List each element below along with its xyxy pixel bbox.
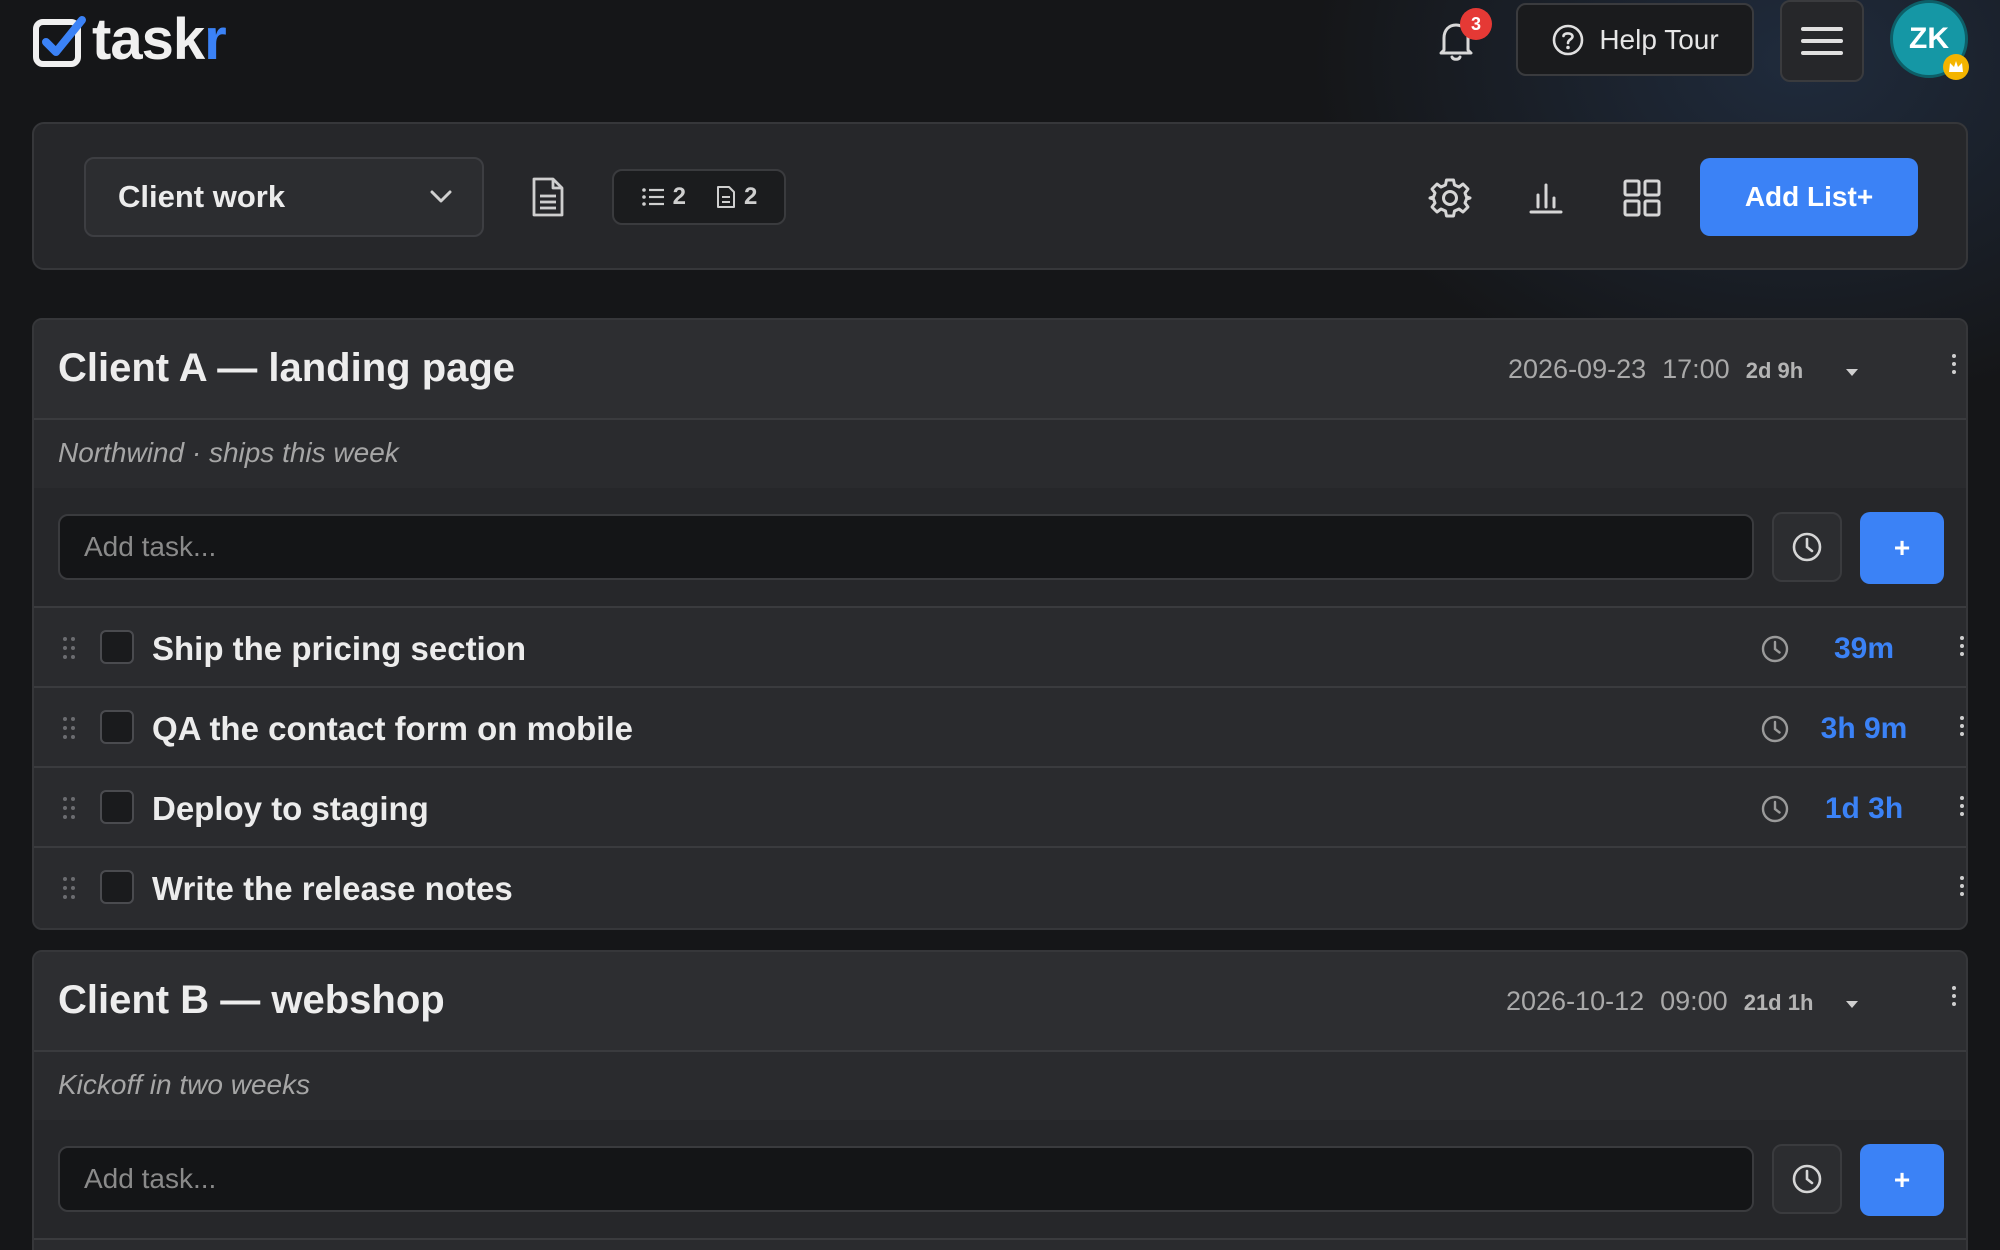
task-duration[interactable]: 39m	[1804, 632, 1924, 666]
logo-text: taskr	[92, 7, 227, 72]
due-dropdown-button[interactable]	[1842, 994, 1862, 1014]
kebab-icon	[1952, 986, 1956, 1006]
add-task-button[interactable]: +	[1860, 512, 1944, 584]
kebab-icon	[1960, 796, 1964, 816]
drag-handle-icon[interactable]	[62, 796, 76, 820]
list-description: Northwind · ships this week	[34, 420, 1966, 488]
note-icon	[717, 186, 735, 208]
stats-button[interactable]	[1522, 174, 1570, 222]
set-duration-button[interactable]	[1772, 512, 1842, 582]
due-time: 09:00	[1660, 986, 1728, 1016]
chevron-down-icon	[430, 190, 452, 203]
task-menu-button[interactable]	[1950, 868, 1966, 908]
list-header: Client A — landing page 2026-09-23 17:00…	[34, 320, 1966, 420]
task-menu-button[interactable]	[1950, 628, 1966, 668]
task-duration[interactable]: 3h 9m	[1804, 712, 1924, 746]
task-duration[interactable]: 1d 3h	[1804, 792, 1924, 826]
add-task-row: +	[34, 488, 1966, 608]
task-row: Ship the pricing section 39m	[34, 608, 1966, 688]
due-date: 2026-09-23	[1508, 354, 1647, 384]
task-row: QA the contact form on mobile 3h 9m	[34, 688, 1966, 768]
task-menu-button[interactable]	[1950, 708, 1966, 748]
list-card: Client B — webshop 2026-10-12 09:00 21d …	[32, 950, 1968, 1250]
list-description: Kickoff in two weeks	[34, 1052, 1966, 1120]
list-icon	[641, 188, 664, 206]
hamburger-icon	[1801, 27, 1843, 55]
crown-icon	[1943, 54, 1969, 80]
list-toolbar: Client work 2 2 Add List+	[32, 122, 1968, 270]
lists-count-value: 2	[672, 183, 686, 210]
notes-count-value: 2	[744, 183, 758, 210]
task-clock-icon[interactable]	[1760, 634, 1790, 664]
add-task-row: +	[34, 1120, 1966, 1240]
clock-icon	[1792, 1164, 1822, 1194]
list-note-counts[interactable]: 2 2	[612, 169, 786, 225]
add-task-button[interactable]: +	[1860, 1144, 1944, 1216]
task-row: Write the release notes	[34, 848, 1966, 928]
task-checkbox[interactable]	[100, 630, 134, 664]
gear-icon	[1428, 178, 1472, 218]
list-card: Client A — landing page 2026-09-23 17:00…	[32, 318, 1968, 930]
due-date: 2026-10-12	[1506, 986, 1645, 1016]
task-checkbox[interactable]	[100, 870, 134, 904]
task-clock-icon[interactable]	[1760, 794, 1790, 824]
list-title[interactable]: Client A — landing page	[58, 346, 515, 391]
app-logo[interactable]: taskr	[32, 7, 227, 72]
kebab-icon	[1960, 716, 1964, 736]
grid-icon	[1623, 179, 1661, 217]
set-duration-button[interactable]	[1772, 1144, 1842, 1214]
list-due-date[interactable]: 2026-10-12 09:00 21d 1h	[1506, 986, 1813, 1017]
main-menu-button[interactable]	[1780, 0, 1864, 82]
list-menu-button[interactable]	[1942, 978, 1966, 1018]
clock-icon	[1792, 532, 1822, 562]
checkbox-logo-icon	[32, 12, 88, 68]
task-checkbox[interactable]	[100, 710, 134, 744]
caret-down-icon	[1846, 369, 1858, 376]
bar-chart-icon	[1529, 183, 1563, 214]
help-tour-label: Help Tour	[1599, 23, 1719, 55]
help-tour-button[interactable]: Help Tour	[1516, 3, 1754, 76]
kebab-icon	[1952, 354, 1956, 374]
due-dropdown-button[interactable]	[1842, 362, 1862, 382]
list-header: Client B — webshop 2026-10-12 09:00 21d …	[34, 952, 1966, 1052]
settings-button[interactable]	[1426, 174, 1474, 222]
task-label[interactable]: QA the contact form on mobile	[152, 710, 633, 748]
question-circle-icon	[1553, 24, 1584, 55]
kebab-icon	[1960, 636, 1964, 656]
notification-count-badge: 3	[1460, 8, 1492, 40]
task-clock-icon[interactable]	[1760, 714, 1790, 744]
drag-handle-icon[interactable]	[62, 876, 76, 900]
add-task-input[interactable]	[58, 514, 1754, 580]
list-menu-button[interactable]	[1942, 346, 1966, 386]
notifications-button[interactable]: 3	[1432, 8, 1492, 64]
drag-handle-icon[interactable]	[62, 636, 76, 660]
drag-handle-icon[interactable]	[62, 716, 76, 740]
lists-count: 2	[641, 183, 686, 211]
list-selector-dropdown[interactable]: Client work	[84, 157, 484, 237]
task-checkbox[interactable]	[100, 790, 134, 824]
top-bar: taskr 3 Help Tour ZK	[0, 0, 2000, 90]
due-relative: 21d 1h	[1743, 990, 1814, 1015]
due-time: 17:00	[1662, 354, 1730, 384]
task-menu-button[interactable]	[1950, 788, 1966, 828]
list-title[interactable]: Client B — webshop	[58, 978, 445, 1023]
task-label[interactable]: Deploy to staging	[152, 790, 429, 828]
due-relative: 2d 9h	[1745, 358, 1804, 383]
list-due-date[interactable]: 2026-09-23 17:00 2d 9h	[1508, 354, 1803, 385]
task-row: Deploy to staging 1d 3h	[34, 768, 1966, 848]
task-label[interactable]: Write the release notes	[152, 870, 513, 908]
caret-down-icon	[1846, 1001, 1858, 1008]
document-icon	[532, 177, 564, 217]
add-list-button[interactable]: Add List+	[1700, 158, 1918, 236]
selected-list-label: Client work	[118, 179, 286, 214]
kebab-icon	[1960, 876, 1964, 896]
notes-count: 2	[716, 183, 757, 211]
notes-button[interactable]	[524, 173, 572, 221]
grid-view-button[interactable]	[1618, 174, 1666, 222]
task-label[interactable]: Ship the pricing section	[152, 630, 526, 668]
add-task-input[interactable]	[58, 1146, 1754, 1212]
